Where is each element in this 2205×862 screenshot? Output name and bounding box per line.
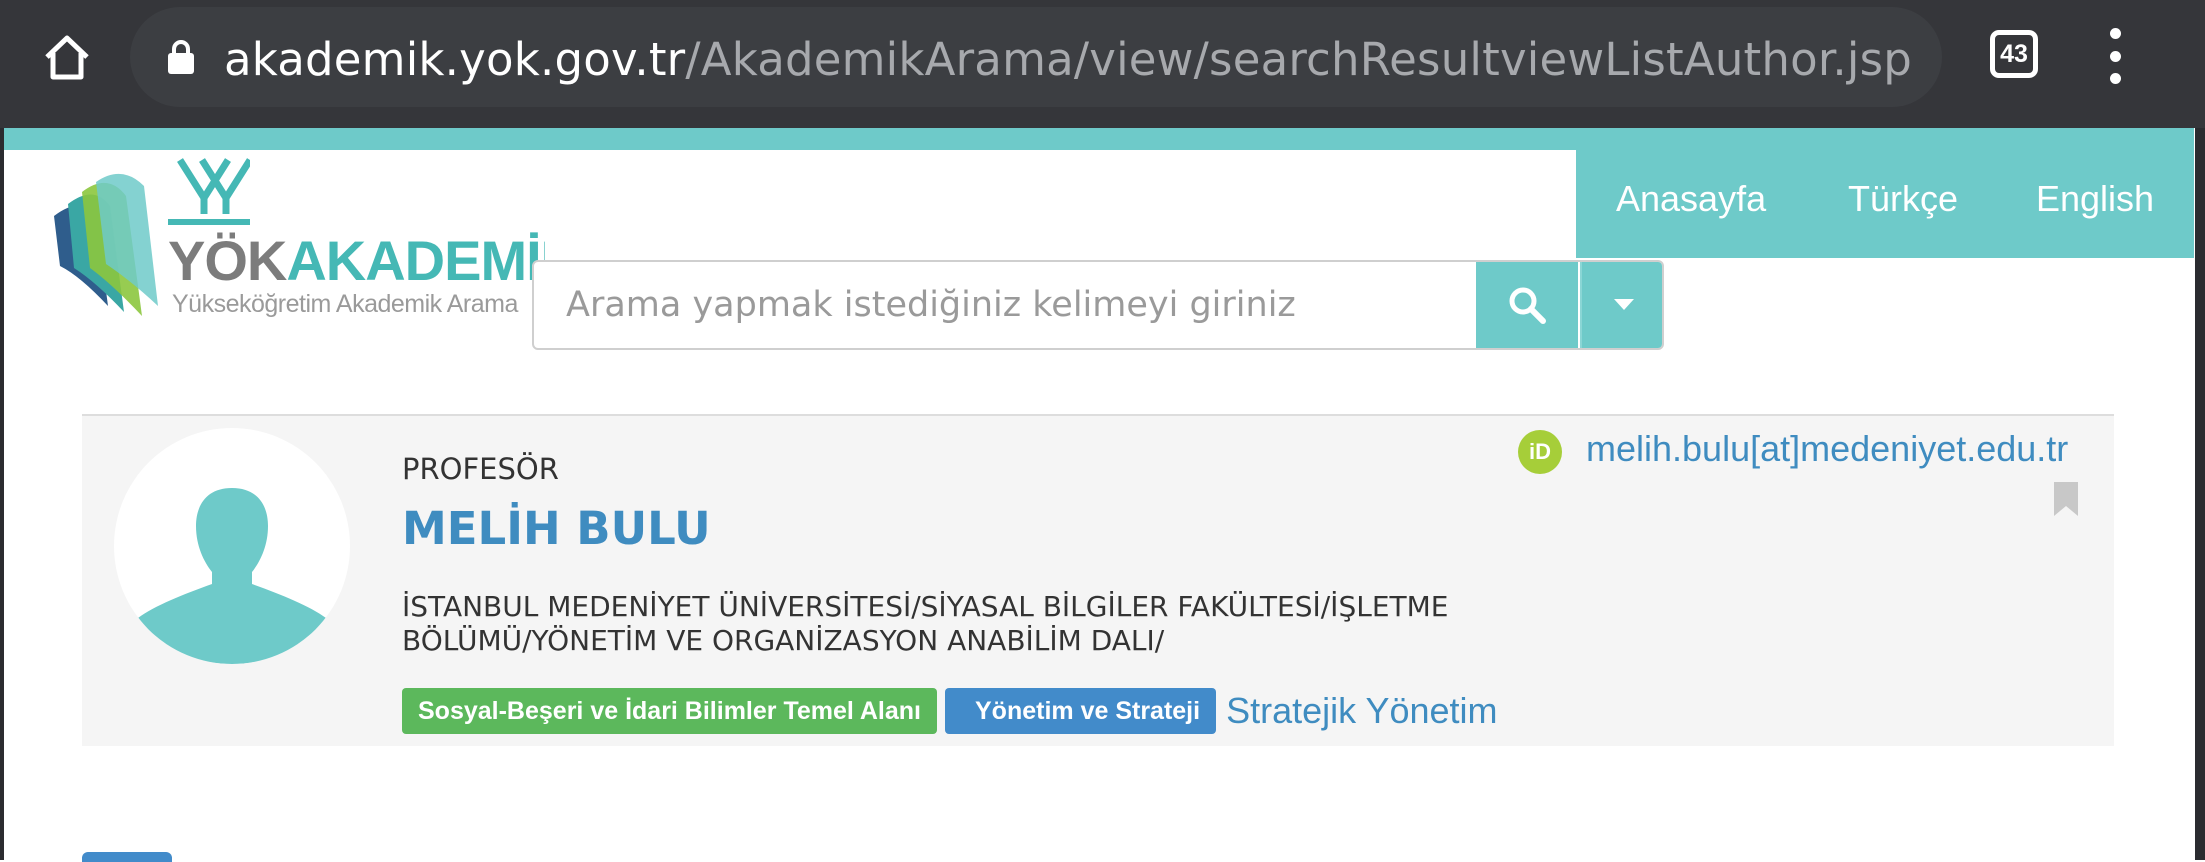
search-options-dropdown[interactable] bbox=[1580, 262, 1662, 348]
person-silhouette-icon bbox=[138, 488, 326, 664]
tabs-icon: 43 bbox=[2000, 39, 2028, 68]
tag-science-field: Yönetim ve Strateji bbox=[945, 688, 1217, 734]
search-icon bbox=[1509, 287, 1546, 324]
yok-akademik-logo[interactable]: YÖKAKADEMİK Yükseköğretim Akademik Arama bbox=[50, 156, 545, 336]
search-input[interactable] bbox=[534, 262, 1474, 348]
address-bar[interactable]: akademik.yok.gov.tr/AkademikArama/view/s… bbox=[130, 7, 1942, 107]
avatar bbox=[114, 428, 350, 664]
search-bar bbox=[532, 260, 1664, 350]
nav-english[interactable]: English bbox=[2036, 178, 2154, 220]
home-button[interactable] bbox=[36, 26, 98, 88]
logo-brand-akademik: AKADEMİK bbox=[286, 229, 545, 292]
top-nav: Anasayfa Türkçe English bbox=[1576, 150, 2194, 258]
home-icon bbox=[45, 35, 89, 80]
logo-brand-yok: YÖK bbox=[168, 229, 287, 292]
keyword-link[interactable]: Stratejik Yönetim bbox=[1226, 690, 1497, 732]
academic-title: PROFESÖR bbox=[402, 452, 559, 486]
header-accent-strip bbox=[4, 128, 2194, 150]
page-content: YÖKAKADEMİK Yükseköğretim Akademik Arama… bbox=[0, 128, 2205, 862]
author-affiliation: İSTANBUL MEDENİYET ÜNİVERSİTESİ/SİYASAL … bbox=[402, 590, 1449, 657]
bookmark-icon[interactable] bbox=[2054, 482, 2078, 516]
field-tags: Sosyal-Beşeri ve İdari Bilimler Temel Al… bbox=[402, 688, 1498, 734]
orcid-icon[interactable]: iD bbox=[1518, 430, 1562, 474]
search-button[interactable] bbox=[1476, 262, 1578, 348]
lock-icon bbox=[168, 40, 194, 74]
url-path: /AkademikArama/view/searchResultviewList… bbox=[685, 33, 1913, 86]
logo-subtitle: Yükseköğretim Akademik Arama bbox=[172, 290, 518, 318]
url-text: akademik.yok.gov.tr/AkademikArama/view/s… bbox=[224, 33, 1912, 86]
browser-toolbar: akademik.yok.gov.tr/AkademikArama/view/s… bbox=[0, 0, 2205, 128]
window-edge-left bbox=[0, 128, 4, 860]
tag-basic-field: Sosyal-Beşeri ve İdari Bilimler Temel Al… bbox=[402, 688, 937, 734]
author-email-link[interactable]: melih.bulu[at]medeniyet.edu.tr bbox=[1586, 428, 2068, 470]
window-edge-right bbox=[2195, 128, 2205, 860]
nav-turkce[interactable]: Türkçe bbox=[1848, 178, 1958, 220]
logo-brand-text: YÖKAKADEMİK bbox=[168, 228, 545, 293]
orcid-label: iD bbox=[1529, 439, 1551, 464]
tab-switcher-button[interactable]: 43 bbox=[1990, 30, 2038, 78]
author-name-link[interactable]: MELİH BULU bbox=[402, 502, 711, 555]
partial-tab-button[interactable] bbox=[82, 852, 172, 862]
caret-down-icon bbox=[1614, 299, 1634, 310]
more-vert-icon[interactable] bbox=[2100, 28, 2130, 84]
nav-anasayfa[interactable]: Anasayfa bbox=[1616, 178, 1766, 220]
url-host: akademik.yok.gov.tr bbox=[224, 33, 686, 86]
author-card: PROFESÖR MELİH BULU İSTANBUL MEDENİYET Ü… bbox=[82, 414, 2114, 746]
